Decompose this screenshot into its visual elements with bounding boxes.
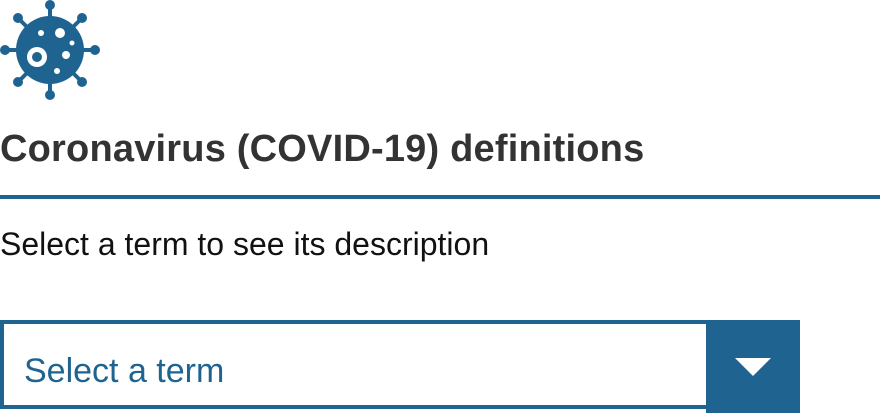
term-select-toggle-button[interactable] (706, 320, 800, 413)
term-select-placeholder: Select a term (24, 352, 225, 390)
instruction-text: Select a term to see its description (0, 226, 490, 262)
coronavirus-logo-icon (0, 0, 100, 100)
page-title: Coronavirus (COVID-19) definitions (0, 128, 645, 170)
chevron-down-icon (735, 357, 771, 376)
term-select-dropdown[interactable]: Select a term (0, 320, 800, 413)
title-divider (0, 195, 880, 199)
